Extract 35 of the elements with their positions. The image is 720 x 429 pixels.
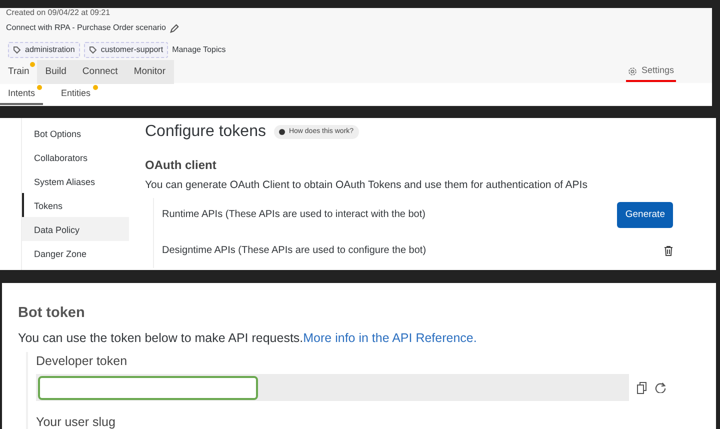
section-description: You can use the token below to make API requests.More info in the API Reference. (18, 330, 478, 347)
settings-icon (628, 66, 638, 76)
field-label: Developer token (36, 352, 128, 370)
page-title: Configure tokens (145, 122, 266, 142)
sidebar-item[interactable]: Data Policy (22, 217, 129, 241)
sidebar-item[interactable]: Danger Zone (22, 241, 129, 265)
tab[interactable]: Monitor (126, 60, 174, 84)
section-title: Bot token (18, 304, 86, 323)
topic-tag[interactable]: customer-support (84, 42, 168, 58)
reference-link[interactable]: More info in the API Reference. (303, 330, 477, 345)
manage-topics-link[interactable]: Manage Topics (172, 44, 226, 56)
sidebar-item[interactable]: System Aliases (22, 169, 129, 193)
tab[interactable]: Connect (74, 60, 126, 84)
sidebar-item[interactable]: Bot Options (22, 121, 129, 145)
section-title: OAuth client (145, 157, 218, 174)
pencil-icon[interactable] (170, 24, 179, 32)
tab[interactable]: Train (0, 60, 38, 84)
tab[interactable]: Build (37, 60, 74, 84)
tag-icon (13, 46, 21, 54)
subtab[interactable]: Entities (53, 82, 99, 105)
field-label: Your user slug (36, 414, 116, 429)
api-row-label: Runtime APIs (These APIs are used to interact with the bot) (162, 208, 426, 222)
trash-icon[interactable] (664, 246, 673, 256)
generate-button[interactable]: Generate (617, 202, 673, 228)
bot-description: Connect with RPA - Purchase Order scenario (6, 22, 166, 34)
sidebar-item[interactable]: Collaborators (22, 145, 129, 169)
api-row-label: Designtime APIs (These APIs are used to configure the bot) (162, 244, 426, 258)
topic-tag[interactable]: administration (8, 42, 80, 58)
refresh-icon[interactable] (655, 382, 666, 394)
created-date: Created on 09/04/22 at 09:21 (5, 8, 112, 18)
section-description: You can generate OAuth Client to obtain OAuth Tokens and use them for authentication of APIs (145, 178, 588, 193)
token-field[interactable] (38, 376, 258, 400)
copy-icon[interactable] (637, 382, 647, 394)
subtab[interactable]: Intents (0, 82, 44, 105)
tag-icon (88, 46, 97, 54)
